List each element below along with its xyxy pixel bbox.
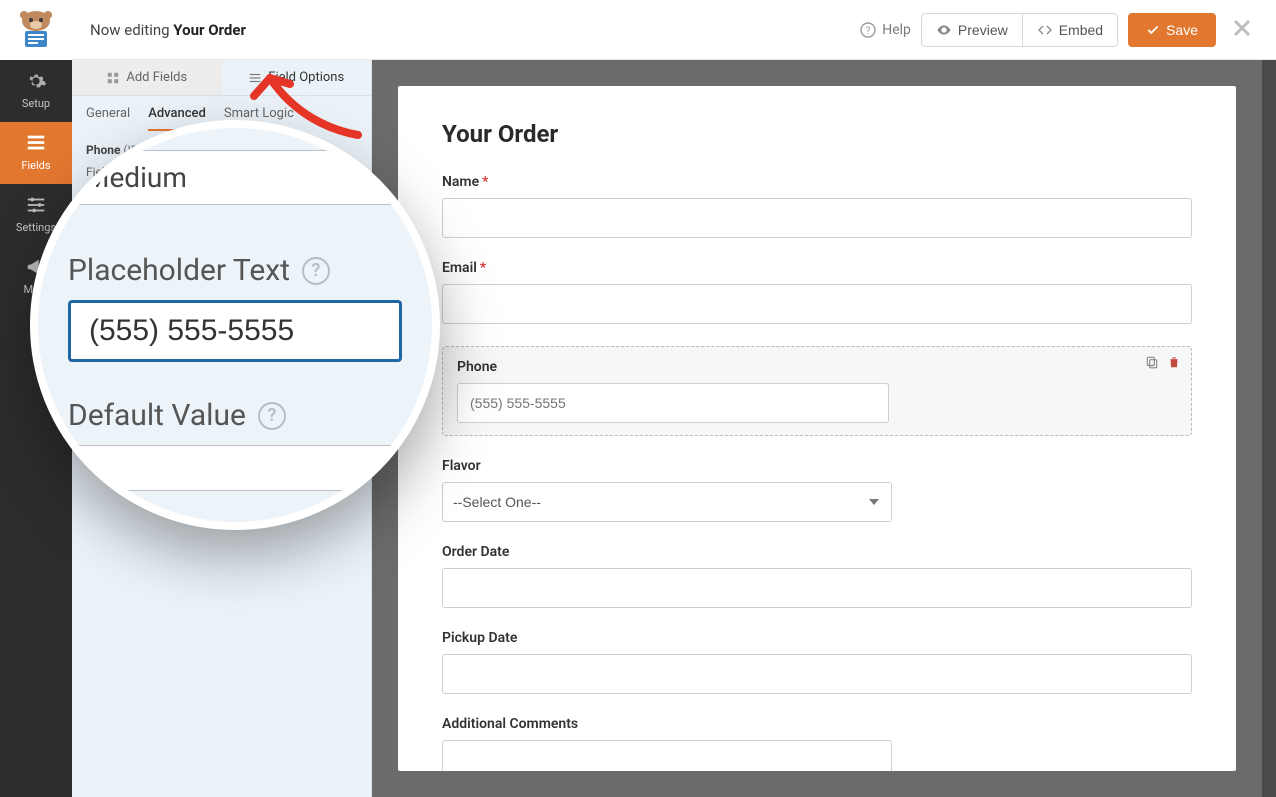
magnifier-callout: Medium Placeholder Text ? Default Value … — [30, 120, 440, 530]
embed-button[interactable]: Embed — [1022, 13, 1118, 47]
form-title: Your Order — [442, 120, 1192, 148]
mag-size-value: Medium — [68, 150, 402, 205]
grid-icon — [106, 71, 120, 85]
help-link[interactable]: ? Help — [860, 22, 911, 38]
check-icon — [1146, 23, 1160, 37]
editing-label: Now editing Your Order — [90, 21, 246, 39]
help-icon: ? — [860, 22, 876, 38]
input-pickup-date[interactable] — [442, 654, 1192, 694]
subtab-general[interactable]: General — [86, 106, 130, 131]
close-icon — [1232, 18, 1252, 38]
mag-placeholder-input[interactable] — [68, 300, 402, 362]
svg-text:?: ? — [866, 26, 871, 37]
mag-default-label: Default Value — [68, 398, 246, 433]
label-name: Name* — [442, 174, 1192, 190]
canvas-area: Your Order Name* Email* Phone Flavor — [372, 60, 1262, 797]
label-phone: Phone — [457, 359, 1177, 375]
input-phone[interactable] — [457, 383, 889, 423]
nav-setup[interactable]: Setup — [0, 60, 72, 122]
field-email[interactable]: Email* — [442, 260, 1192, 324]
input-name[interactable] — [442, 198, 1192, 238]
top-bar: Now editing Your Order ? Help Preview Em… — [72, 0, 1276, 60]
eye-icon — [936, 22, 952, 38]
label-flavor: Flavor — [442, 458, 1192, 474]
select-flavor[interactable]: --Select One-- — [442, 482, 892, 522]
field-phone[interactable]: Phone — [442, 346, 1192, 436]
label-comments: Additional Comments — [442, 716, 1192, 732]
delete-icon[interactable] — [1167, 355, 1181, 373]
close-button[interactable] — [1226, 16, 1258, 44]
field-flavor[interactable]: Flavor --Select One-- — [442, 458, 1192, 522]
help-icon[interactable]: ? — [302, 257, 330, 285]
help-icon[interactable]: ? — [258, 402, 286, 430]
field-comments[interactable]: Additional Comments — [442, 716, 1192, 771]
code-icon — [1037, 22, 1053, 38]
input-order-date[interactable] — [442, 568, 1192, 608]
mag-placeholder-label: Placeholder Text — [68, 253, 290, 288]
tab-field-options[interactable]: Field Options — [222, 60, 372, 95]
field-pickup-date[interactable]: Pickup Date — [442, 630, 1192, 694]
sliders-icon — [248, 71, 262, 85]
label-pickup-date: Pickup Date — [442, 630, 1192, 646]
app-logo — [0, 0, 72, 60]
tab-add-fields[interactable]: Add Fields — [72, 60, 222, 95]
field-name[interactable]: Name* — [442, 174, 1192, 238]
mag-default-input[interactable] — [68, 445, 402, 491]
label-email: Email* — [442, 260, 1192, 276]
form-canvas: Your Order Name* Email* Phone Flavor — [398, 86, 1236, 771]
nav-fields[interactable]: Fields — [0, 122, 72, 184]
preview-button[interactable]: Preview — [921, 13, 1022, 47]
label-order-date: Order Date — [442, 544, 1192, 560]
duplicate-icon[interactable] — [1145, 355, 1159, 373]
textarea-comments[interactable] — [442, 740, 892, 771]
save-button[interactable]: Save — [1128, 13, 1216, 47]
input-email[interactable] — [442, 284, 1192, 324]
field-order-date[interactable]: Order Date — [442, 544, 1192, 608]
